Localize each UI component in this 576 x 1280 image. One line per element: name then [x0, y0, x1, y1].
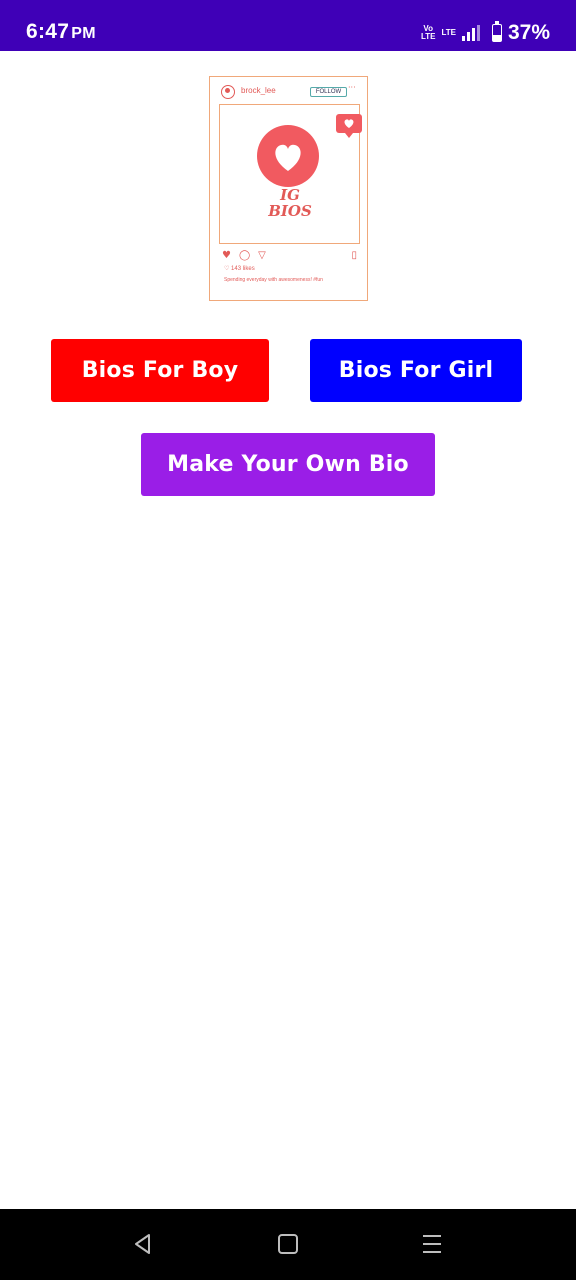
battery-icon	[491, 21, 502, 42]
more-icon: ···	[348, 83, 356, 92]
hero-username: brock_lee	[241, 86, 276, 95]
like-icon: ♥	[222, 250, 231, 261]
hero-caption: Spending everyday with awesomeness! #fun	[224, 277, 323, 283]
status-time-value: 6:47	[26, 20, 70, 43]
status-indicators: Vo LTE LTE 37%	[421, 21, 550, 45]
lte-icon: LTE	[441, 29, 456, 37]
status-bar: 6:47 PM Vo LTE LTE 37%	[0, 0, 576, 51]
status-time: 6:47 PM	[26, 20, 96, 44]
hero-logo-line1: IG	[280, 186, 300, 204]
signal-icon	[461, 25, 480, 41]
heart-logo-icon	[257, 125, 319, 187]
hero-logo-text: IG BIOS	[250, 187, 330, 219]
volte-icon: Vo LTE	[421, 25, 436, 41]
hero-actions: ♥ ◯ ▽	[222, 250, 266, 261]
ig-bios-hero-image: brock_lee FOLLOW ··· IG BIOS ♥ ◯ ▽ ▯ ♡ 1…	[209, 76, 368, 301]
bios-for-girl-button[interactable]: Bios For Girl	[310, 339, 522, 402]
hero-likes: ♡ 143 likes	[224, 266, 255, 272]
menu-icon[interactable]	[419, 1231, 445, 1257]
battery-percent: 37%	[507, 21, 550, 44]
notification-heart-icon	[336, 114, 362, 138]
home-icon[interactable]	[275, 1231, 301, 1257]
navigation-bar	[0, 1209, 576, 1280]
status-time-ampm: PM	[71, 25, 96, 42]
back-icon[interactable]	[130, 1231, 156, 1257]
lte-label: LTE	[441, 28, 456, 37]
comment-icon: ◯	[238, 250, 251, 261]
hero-logo-line2: BIOS	[268, 202, 312, 220]
make-your-own-bio-button[interactable]: Make Your Own Bio	[141, 433, 435, 496]
bios-for-boy-button[interactable]: Bios For Boy	[51, 339, 269, 402]
bookmark-icon: ▯	[351, 250, 357, 261]
hero-follow-badge: FOLLOW	[310, 87, 347, 97]
profile-icon	[221, 85, 235, 99]
share-icon: ▽	[258, 250, 266, 261]
volte-bottom-label: LTE	[420, 32, 436, 41]
